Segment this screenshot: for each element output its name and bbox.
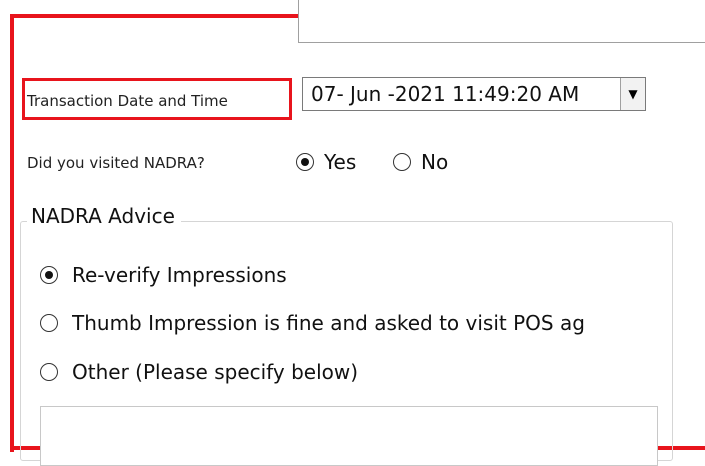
advice-reverify-label[interactable]: Re-verify Impressions xyxy=(72,263,287,287)
transaction-date-value: 07- Jun -2021 11:49:20 AM xyxy=(311,82,580,106)
transaction-date-picker[interactable]: 07- Jun -2021 11:49:20 AM ▼ xyxy=(302,77,646,111)
chevron-down-icon: ▼ xyxy=(628,87,638,101)
advice-other-radio[interactable] xyxy=(40,363,58,381)
advice-thumb-fine-label[interactable]: Thumb Impression is fine and asked to vi… xyxy=(72,311,654,335)
visited-nadra-label: Did you visited NADRA? xyxy=(27,154,205,172)
date-dropdown-button[interactable]: ▼ xyxy=(620,78,645,110)
visited-no-label[interactable]: No xyxy=(421,150,448,174)
advice-reverify-radio[interactable] xyxy=(40,266,58,284)
other-specify-textbox[interactable] xyxy=(40,406,658,466)
visited-yes-radio[interactable] xyxy=(296,153,314,171)
transaction-date-label: Transaction Date and Time xyxy=(27,92,228,110)
visited-no-radio[interactable] xyxy=(393,153,411,171)
upper-text-field[interactable] xyxy=(298,0,705,43)
visited-yes-label[interactable]: Yes xyxy=(324,150,356,174)
advice-other-label[interactable]: Other (Please specify below) xyxy=(72,360,358,384)
nadra-advice-title: NADRA Advice xyxy=(27,204,181,228)
annotation-frame-left xyxy=(10,14,14,452)
advice-thumb-fine-radio[interactable] xyxy=(40,314,58,332)
